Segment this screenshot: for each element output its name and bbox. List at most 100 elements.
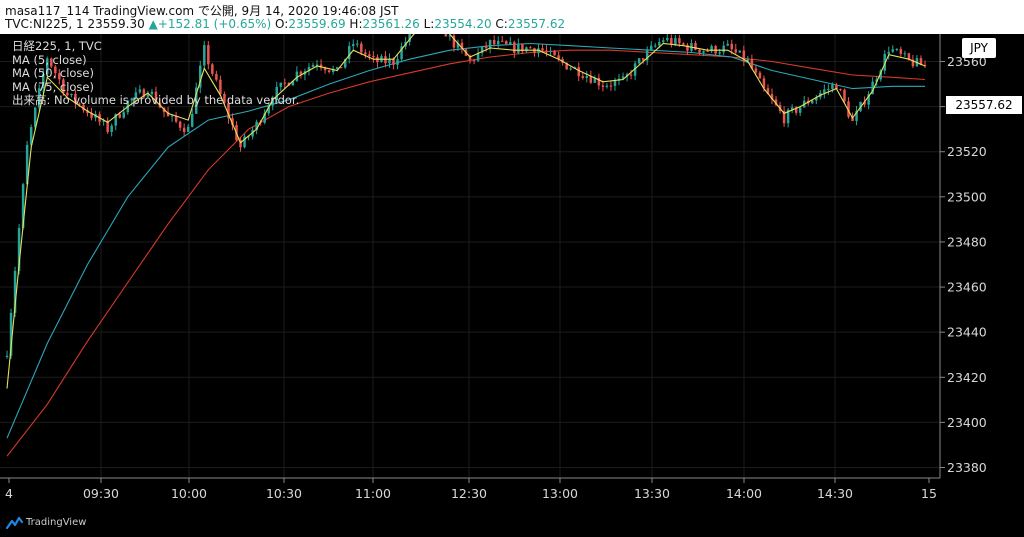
candle-body xyxy=(178,121,182,128)
candle-body xyxy=(839,89,842,91)
candle-body xyxy=(658,42,661,46)
x-tick-label: 10:30 xyxy=(266,486,302,501)
last-price: 23559.30 xyxy=(87,17,145,31)
time-axis[interactable]: 4 09:30 10:00 10:30 11:00 12:30 13:00 13:30 14:0… xyxy=(5,486,937,501)
candle-body xyxy=(492,40,496,45)
candle-body xyxy=(488,40,492,49)
candle-body xyxy=(5,355,9,357)
y-tick-label: 23440 xyxy=(947,325,987,340)
candle-body xyxy=(541,48,544,51)
candle-body xyxy=(738,50,742,53)
y-tick-label: 23380 xyxy=(947,460,987,475)
candle-body xyxy=(529,47,532,49)
price-change: +152.81 (+0.65%) xyxy=(157,17,272,31)
candle-body xyxy=(702,50,705,53)
candle-body xyxy=(581,76,585,78)
y-tick-label: 23500 xyxy=(947,189,987,204)
candle-body xyxy=(577,67,580,77)
candle-body xyxy=(364,52,367,55)
price-axis[interactable]: 23380 23400 23420 23440 23460 23480 23500 23520… xyxy=(947,54,987,475)
x-tick-label: 4 xyxy=(5,486,13,501)
candle-body xyxy=(170,115,174,117)
candle-body xyxy=(718,52,721,54)
candle-body xyxy=(352,44,355,47)
candle-body xyxy=(545,50,548,53)
candle-body xyxy=(190,113,194,127)
candle-body xyxy=(315,64,319,66)
close-label: C: xyxy=(495,17,508,31)
close-value: 23557.62 xyxy=(507,17,566,31)
candle-body xyxy=(811,100,814,104)
open-label: O: xyxy=(275,17,289,31)
chart-header: masa117_114 TradingView.com で公開, 9月 14, … xyxy=(0,0,1024,34)
candle-body xyxy=(698,49,701,53)
high-label: H: xyxy=(349,17,363,31)
candle-body xyxy=(484,46,488,49)
legend-volume[interactable]: 出来高: No volume is provided by the data v… xyxy=(12,93,299,108)
candle-body xyxy=(513,42,516,53)
legend-ma5[interactable]: MA (5, close) xyxy=(12,53,299,68)
low-value: 23554.20 xyxy=(434,17,492,31)
candle-body xyxy=(311,64,315,67)
currency-button[interactable]: JPY xyxy=(962,38,996,58)
candle-body xyxy=(500,40,504,42)
candle-body xyxy=(182,127,186,132)
candle-body xyxy=(605,85,609,87)
candle-body xyxy=(629,74,633,76)
y-tick-label: 23520 xyxy=(947,144,987,159)
candle-body xyxy=(585,76,589,78)
change-arrow-icon: ▲ xyxy=(148,17,158,31)
candle-body xyxy=(327,70,331,72)
candle-body xyxy=(758,72,762,79)
footer xyxy=(0,512,1024,537)
candle-body xyxy=(601,85,605,87)
candle-body xyxy=(509,42,512,44)
tradingview-brand[interactable]: TradingView xyxy=(26,517,86,528)
symbol-quote-line: TVC:NI225, 1 23559.30 ▲+152.81 (+0.65%) … xyxy=(5,17,565,31)
symbol-label[interactable]: TVC:NI225, 1 xyxy=(5,17,84,31)
chart-screenshot: masa117_114 TradingView.com で公開, 9月 14, … xyxy=(0,0,1024,537)
candle-body xyxy=(360,43,363,53)
candle-body xyxy=(666,38,669,41)
x-tick-label: 14:00 xyxy=(726,486,762,501)
x-tick-label: 09:30 xyxy=(83,486,119,501)
candle-body xyxy=(726,43,729,46)
candle-body xyxy=(823,89,826,94)
candle-body xyxy=(670,38,673,45)
candle-body xyxy=(553,50,556,56)
y-tick-label: 23460 xyxy=(947,280,987,295)
legend-ma50[interactable]: MA (50, close) xyxy=(12,66,299,81)
candle-body xyxy=(517,43,520,53)
chart-legend: 日経225, 1, TVC MA (5, close) MA (50, clos… xyxy=(12,39,299,108)
y-tick-label: 23420 xyxy=(947,370,987,385)
candle-body xyxy=(887,51,891,54)
candle-body xyxy=(472,60,476,62)
candle-body xyxy=(525,47,528,52)
candle-body xyxy=(754,68,758,73)
legend-symbol[interactable]: 日経225, 1, TVC xyxy=(12,39,299,54)
tradingview-logo-icon[interactable] xyxy=(6,516,23,530)
candle-body xyxy=(895,48,899,50)
candle-body xyxy=(903,53,907,55)
last-price-tag: 23557.62 xyxy=(946,96,1022,114)
candle-body xyxy=(549,50,552,53)
candle-body xyxy=(609,85,613,87)
candle-body xyxy=(653,45,657,47)
candle-body xyxy=(649,45,653,50)
candle-body xyxy=(899,48,903,54)
candle-body xyxy=(722,45,725,53)
x-tick-label: 15 xyxy=(921,486,937,501)
candle-body xyxy=(682,43,685,45)
candle-body xyxy=(186,126,190,132)
x-tick-label: 13:30 xyxy=(634,486,670,501)
candle-body xyxy=(110,125,113,132)
y-tick-label: 23400 xyxy=(947,415,987,430)
candle-body xyxy=(706,50,709,52)
legend-ma75[interactable]: MA (75, close) xyxy=(12,80,299,95)
candle-body xyxy=(396,59,399,65)
candle-body xyxy=(118,114,121,118)
candle-body xyxy=(827,88,830,90)
x-tick-label: 12:30 xyxy=(451,486,487,501)
x-tick-label: 10:00 xyxy=(171,486,207,501)
candle-body xyxy=(569,68,572,70)
